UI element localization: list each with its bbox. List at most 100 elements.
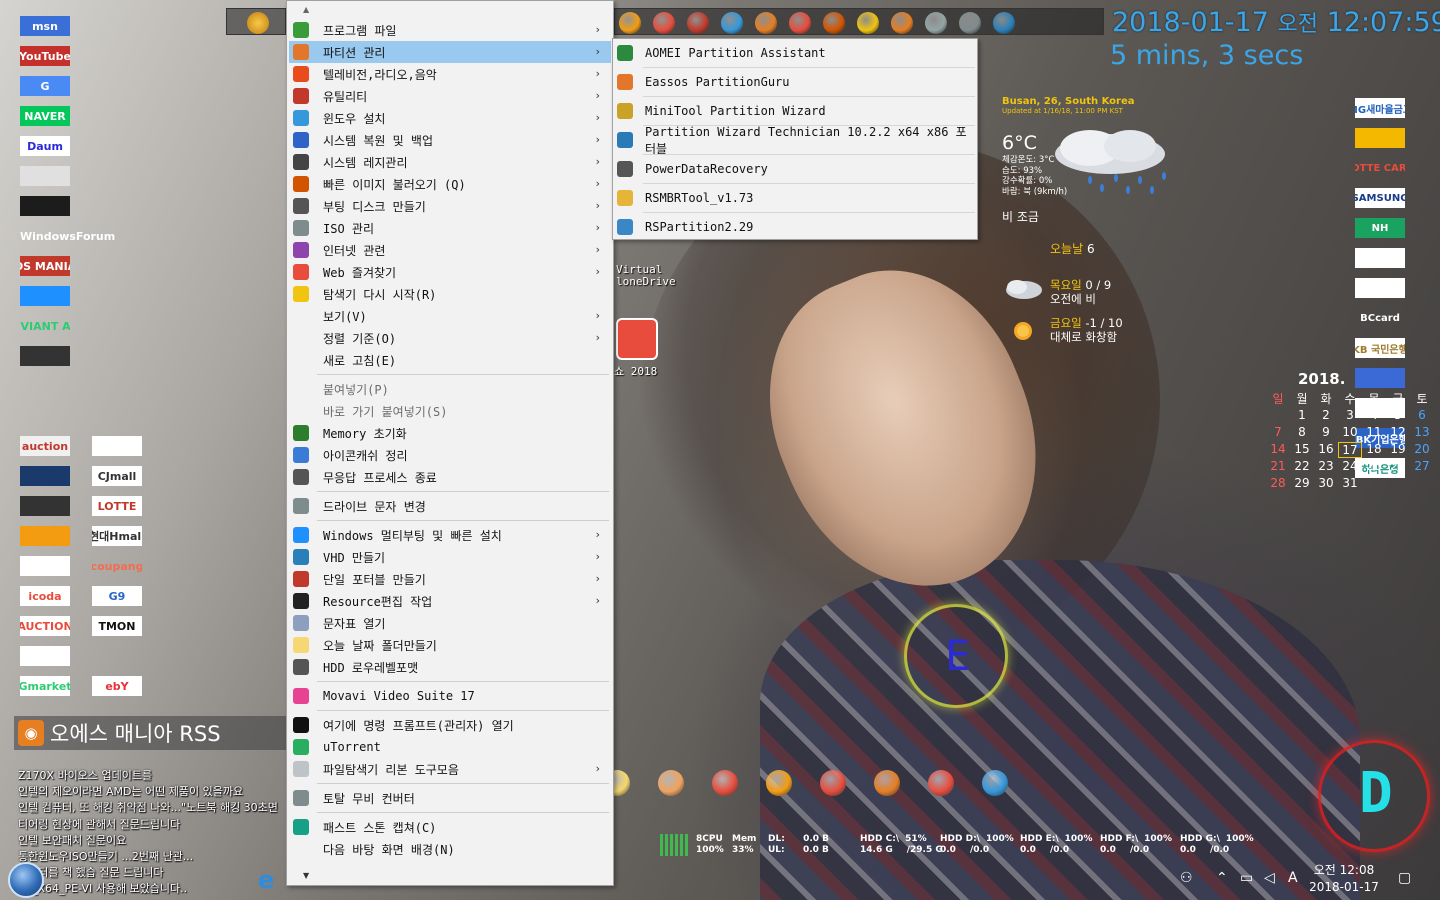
shop-shortcut-a-8[interactable]: Gmarket bbox=[20, 676, 70, 696]
scroll-down-icon[interactable]: ▼ bbox=[303, 871, 309, 880]
desktop-shortcut-9[interactable] bbox=[20, 286, 70, 306]
desktop-shortcut-4[interactable]: Daum bbox=[20, 136, 70, 156]
menu-item[interactable]: 오늘 날짜 폴더만들기 bbox=[289, 634, 611, 656]
fox-icon[interactable] bbox=[891, 12, 913, 34]
menu-item[interactable]: 파티션 관리 › bbox=[289, 41, 611, 63]
app-2018-label[interactable]: 쇼 2018 bbox=[614, 366, 657, 378]
desktop-shortcut-8[interactable]: OS MANIA bbox=[20, 256, 70, 276]
menu-item[interactable]: 텔레비전,라디오,음악 › bbox=[289, 63, 611, 85]
menu-item[interactable]: ISO 관리 › bbox=[289, 217, 611, 239]
menu-item[interactable]: 드라이브 문자 변경 bbox=[289, 495, 611, 517]
calendar-day[interactable]: 20 bbox=[1410, 442, 1434, 456]
shop-shortcut-a-1[interactable] bbox=[20, 466, 70, 486]
menu-item[interactable]: Windows 멀티부팅 및 빠른 설치 › bbox=[289, 524, 611, 546]
calendar-day[interactable]: 3 bbox=[1338, 408, 1362, 422]
bank-shortcut-9[interactable] bbox=[1355, 368, 1405, 388]
calendar-day[interactable]: 2 bbox=[1314, 408, 1338, 422]
menu-item[interactable]: 정렬 기준(O) › bbox=[289, 327, 611, 349]
bank-shortcut-7[interactable]: BCcard bbox=[1355, 308, 1405, 328]
volume-icon[interactable]: ◁ bbox=[1264, 870, 1275, 886]
menu-item[interactable]: 새로 고침(E) bbox=[289, 349, 611, 371]
shop-shortcut-b-4[interactable]: coupang bbox=[92, 556, 142, 576]
calendar-day[interactable]: 7 bbox=[1266, 425, 1290, 439]
shop-shortcut-b-5[interactable]: G9 bbox=[92, 586, 142, 606]
shop-shortcut-a-5[interactable]: icoda bbox=[20, 586, 70, 606]
dock-app-icon[interactable] bbox=[658, 770, 684, 796]
menu-item[interactable]: Movavi Video Suite 17 bbox=[289, 685, 611, 707]
calendar-day[interactable]: 4 bbox=[1362, 408, 1386, 422]
bank-shortcut-4[interactable]: NH bbox=[1355, 218, 1405, 238]
desktop-shortcut-6[interactable] bbox=[20, 196, 70, 216]
calendar-day[interactable]: 1 bbox=[1290, 408, 1314, 422]
search-tool-icon[interactable] bbox=[959, 12, 981, 34]
menu-item[interactable]: 파일탐색기 리본 도구모음 › bbox=[289, 758, 611, 780]
calendar-day[interactable]: 29 bbox=[1290, 476, 1314, 490]
submenu-item[interactable]: AOMEI Partition Assistant bbox=[615, 39, 975, 67]
shop-shortcut-b-7[interactable] bbox=[92, 646, 142, 666]
menu-item[interactable]: 아이콘캐쉬 정리 bbox=[289, 444, 611, 466]
rss-item[interactable]: 인텔 컴퓨터, 또 해킹 취약점 나와..."노트북 해킹 30초면 bbox=[18, 800, 286, 816]
shop-shortcut-b-6[interactable]: TMON bbox=[92, 616, 142, 636]
dock-app-icon[interactable] bbox=[982, 770, 1008, 796]
menu-item[interactable]: 여기에 명령 프롬프트(관리자) 열기 bbox=[289, 714, 611, 736]
bank-shortcut-1[interactable] bbox=[1355, 128, 1405, 148]
people-app-icon[interactable] bbox=[755, 12, 777, 34]
calendar-day[interactable]: 6 bbox=[1410, 408, 1434, 422]
network-icon[interactable]: ▭ bbox=[1240, 870, 1253, 886]
desktop-shortcut-11[interactable] bbox=[20, 346, 70, 366]
calendar-day[interactable]: 22 bbox=[1290, 459, 1314, 473]
tools-icon[interactable] bbox=[766, 770, 792, 796]
menu-item[interactable]: 무응답 프로세스 종료 bbox=[289, 466, 611, 488]
menu-item[interactable]: uTorrent bbox=[289, 736, 611, 758]
shop-shortcut-a-6[interactable]: AUCTION bbox=[20, 616, 70, 636]
submenu-item[interactable]: RSPartition2.29 bbox=[615, 213, 975, 241]
menu-item[interactable]: 단일 포터블 만들기 › bbox=[289, 568, 611, 590]
menu-item[interactable]: Resource편집 작업 › bbox=[289, 590, 611, 612]
menu-item[interactable]: 시스템 레지관리 › bbox=[289, 151, 611, 173]
rss-item[interactable]: 인텔 보안패치 질문이요 bbox=[18, 833, 286, 849]
submenu-item[interactable]: Partition Wizard Technician 10.2.2 x64 x… bbox=[615, 125, 975, 156]
firefox-icon[interactable] bbox=[619, 12, 641, 34]
rss-item[interactable]: Z170X 바이오스 업데이트를 bbox=[18, 768, 286, 784]
bank-shortcut-6[interactable] bbox=[1355, 278, 1405, 298]
shop-shortcut-b-1[interactable]: CJmall bbox=[92, 466, 142, 486]
submenu-item[interactable]: PowerDataRecovery bbox=[615, 155, 975, 183]
submenu-item[interactable]: Eassos PartitionGuru bbox=[615, 68, 975, 96]
menu-item[interactable]: 패스트 스톤 캡쳐(C) bbox=[289, 816, 611, 838]
virtual-drive-label[interactable]: Virtual loneDrive bbox=[616, 264, 676, 288]
ime-indicator[interactable]: A bbox=[1288, 870, 1298, 886]
desktop-shortcut-10[interactable]: DEVIANT ART bbox=[20, 316, 70, 336]
rss-item[interactable]: 티어링 현상에 관해서 질문드립니다 bbox=[18, 817, 286, 833]
chevron-up-icon[interactable]: ⌃ bbox=[1216, 870, 1228, 886]
blue-app-icon[interactable] bbox=[993, 12, 1015, 34]
menu-item[interactable]: 프로그램 파일 › bbox=[289, 19, 611, 41]
calendar-day[interactable]: 25 bbox=[1362, 459, 1386, 473]
chrome-like-icon[interactable] bbox=[857, 12, 879, 34]
calendar-day[interactable]: 15 bbox=[1290, 442, 1314, 456]
menu-item[interactable]: 유틸리티 › bbox=[289, 85, 611, 107]
bank-shortcut-5[interactable] bbox=[1355, 248, 1405, 268]
calendar-day[interactable]: 30 bbox=[1314, 476, 1338, 490]
menu-item[interactable]: 빠른 이미지 불러오기 (Q) › bbox=[289, 173, 611, 195]
menu-item[interactable]: 바로 가기 붙여넣기(S) bbox=[289, 400, 611, 422]
calendar-day[interactable]: 11 bbox=[1362, 425, 1386, 439]
bank-shortcut-0[interactable]: MG새마을금고 bbox=[1355, 98, 1405, 118]
people-icon[interactable]: ⚇ bbox=[1180, 870, 1193, 886]
desktop-shortcut-2[interactable]: G bbox=[20, 76, 70, 96]
calendar-day[interactable]: 12 bbox=[1386, 425, 1410, 439]
tray-clock[interactable]: 오전 12:08 2018-01-17 bbox=[1308, 862, 1380, 896]
calendar-day[interactable]: 18 bbox=[1362, 442, 1386, 456]
bank-shortcut-2[interactable]: LOTTE CARD bbox=[1355, 158, 1405, 178]
calendar-day[interactable]: 10 bbox=[1338, 425, 1362, 439]
calendar-day[interactable]: 19 bbox=[1386, 442, 1410, 456]
calendar-day[interactable]: 28 bbox=[1266, 476, 1290, 490]
menu-item[interactable]: 토탈 무비 컨버터 bbox=[289, 787, 611, 809]
shop-shortcut-a-0[interactable]: auction bbox=[20, 436, 70, 456]
calendar-day[interactable]: 13 bbox=[1410, 425, 1434, 439]
shop-shortcut-a-4[interactable] bbox=[20, 556, 70, 576]
menu-item[interactable]: 문자표 열기 bbox=[289, 612, 611, 634]
calendar-day[interactable]: 21 bbox=[1266, 459, 1290, 473]
app-2018-icon[interactable] bbox=[616, 318, 658, 360]
calendar-day[interactable]: 24 bbox=[1338, 459, 1362, 473]
notification-icon[interactable]: ▢ bbox=[1398, 870, 1411, 886]
